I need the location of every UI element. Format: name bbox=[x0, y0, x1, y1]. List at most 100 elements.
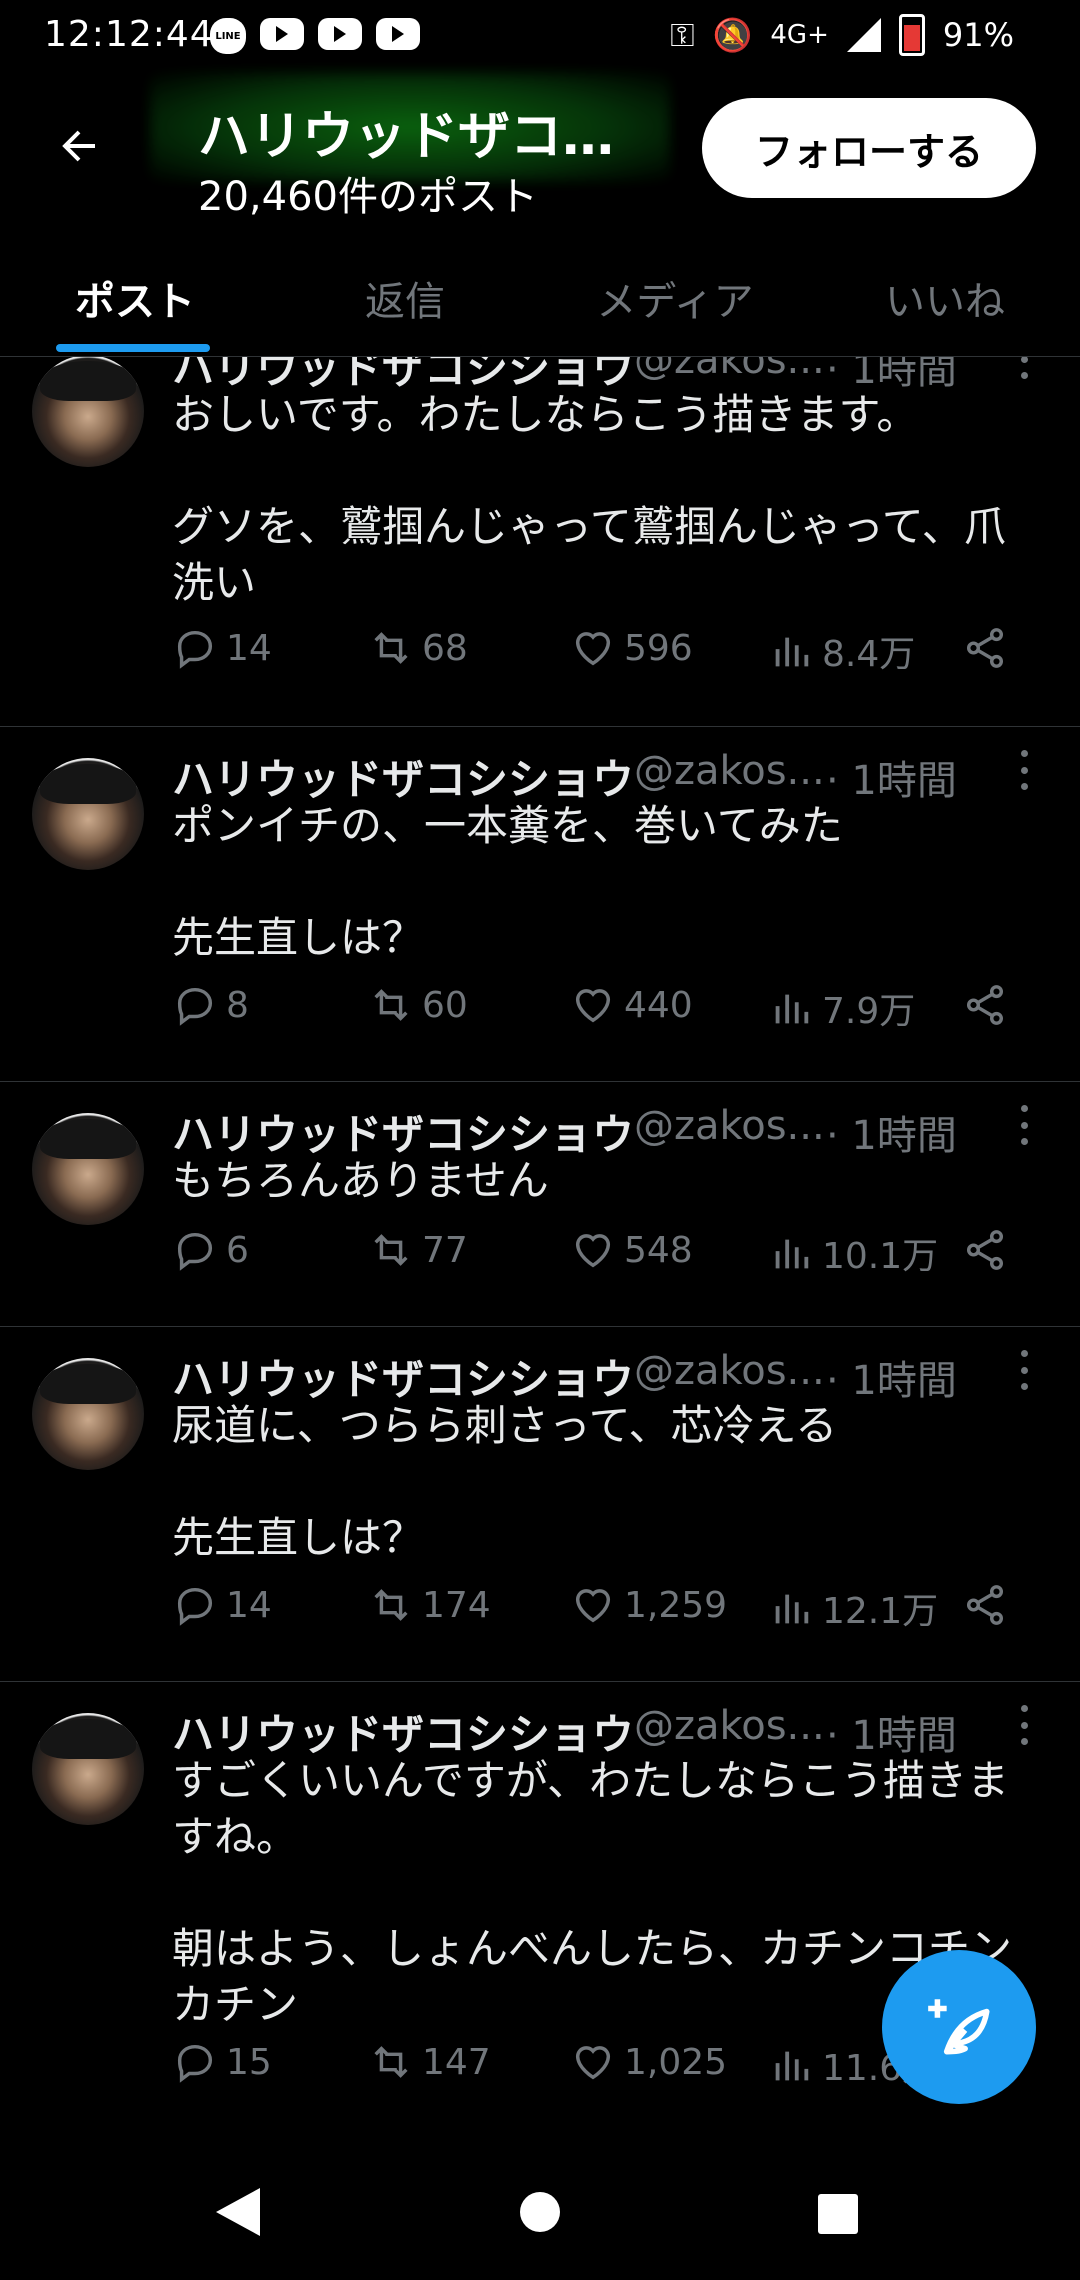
repost-button[interactable]: 174 bbox=[368, 1582, 491, 1628]
battery-icon bbox=[898, 14, 925, 56]
views-icon bbox=[775, 2051, 809, 2081]
like-count: 548 bbox=[624, 1229, 693, 1271]
reply-count: 8 bbox=[226, 984, 249, 1026]
nav-home-button[interactable] bbox=[520, 2192, 560, 2232]
view-count: 12.1万 bbox=[822, 1591, 939, 1632]
avatar[interactable] bbox=[32, 1713, 144, 1825]
more-options-button[interactable] bbox=[1012, 357, 1036, 379]
views-icon bbox=[775, 994, 809, 1024]
author-handle: @zakos... bbox=[634, 1703, 825, 1749]
avatar[interactable] bbox=[32, 357, 144, 467]
heart-icon bbox=[575, 989, 611, 1023]
reply-button[interactable]: 6 bbox=[172, 1227, 249, 1273]
like-count: 440 bbox=[624, 984, 693, 1026]
author-handle: @zakos... bbox=[634, 748, 825, 794]
dot-icon bbox=[1020, 783, 1028, 790]
avatar[interactable] bbox=[32, 758, 144, 870]
heart-icon bbox=[575, 1589, 611, 1623]
post-item[interactable]: ハリウッドザコシショウ @zakos... · 1時間 尿道に、つらら刺さって、… bbox=[0, 1326, 1080, 1682]
like-button[interactable]: 596 bbox=[570, 625, 693, 671]
nav-recents-button[interactable] bbox=[818, 2194, 858, 2234]
post-item[interactable]: ハリウッドザコシショウ @zakos... · 1時間 おしいです。わたしならこ… bbox=[0, 357, 1080, 727]
key-icon: ⚿ bbox=[670, 15, 695, 54]
follow-button[interactable]: フォローする bbox=[702, 98, 1036, 198]
post-text: 尿道に、つらら刺さって、芯冷える 先生直しは？ bbox=[172, 1401, 838, 1562]
dot-icon bbox=[1020, 1705, 1028, 1712]
repost-button[interactable]: 68 bbox=[368, 625, 468, 671]
share-icon bbox=[966, 1230, 1004, 1270]
like-count: 1,025 bbox=[624, 2041, 728, 2083]
reply-icon bbox=[177, 1232, 213, 1271]
post-item[interactable]: ハリウッドザコシショウ @zakos... · 1時間 もちろんありません 6 … bbox=[0, 1081, 1080, 1327]
line-icon: LINE bbox=[210, 18, 246, 54]
more-options-button[interactable] bbox=[1012, 1705, 1036, 1745]
feather-plus-icon bbox=[928, 1999, 990, 2055]
reply-icon bbox=[177, 2044, 213, 2083]
reply-icon bbox=[177, 987, 213, 1026]
dot-icon bbox=[1020, 1138, 1028, 1145]
views-icon bbox=[775, 1594, 809, 1624]
views-button[interactable]: 7.9万 bbox=[768, 982, 915, 1034]
post-actions: 14 68 596 8.4万 bbox=[172, 625, 1042, 685]
tab-replies[interactable]: 返信 bbox=[270, 240, 540, 356]
back-button[interactable] bbox=[50, 122, 108, 170]
like-button[interactable]: 1,259 bbox=[570, 1582, 727, 1628]
repost-button[interactable]: 60 bbox=[368, 982, 468, 1028]
share-button[interactable] bbox=[962, 625, 1008, 671]
views-button[interactable]: 12.1万 bbox=[768, 1582, 938, 1634]
nav-back-button[interactable] bbox=[216, 2188, 260, 2236]
tab-posts[interactable]: ポスト bbox=[0, 240, 270, 356]
like-button[interactable]: 1,025 bbox=[570, 2039, 727, 2085]
tab-media[interactable]: メディア bbox=[540, 240, 810, 356]
more-options-button[interactable] bbox=[1012, 1105, 1036, 1145]
post-item[interactable]: ハリウッドザコシショウ @zakos... · 1時間 ポンイチの、一本糞を、巻… bbox=[0, 726, 1080, 1082]
share-button[interactable] bbox=[962, 1582, 1008, 1628]
profile-tabs: ポスト 返信 メディア いいね bbox=[0, 240, 1080, 357]
repost-button[interactable]: 77 bbox=[368, 1227, 468, 1273]
dot-icon bbox=[1020, 1105, 1028, 1112]
reply-button[interactable]: 15 bbox=[172, 2039, 272, 2085]
tab-likes[interactable]: いいね bbox=[810, 240, 1080, 356]
repost-count: 77 bbox=[422, 1229, 468, 1271]
share-icon bbox=[966, 628, 1004, 668]
like-count: 596 bbox=[624, 627, 693, 669]
share-button[interactable] bbox=[962, 982, 1008, 1028]
post-actions: 14 174 1,259 12.1万 bbox=[172, 1582, 1042, 1642]
signal-icon bbox=[846, 18, 881, 52]
more-options-button[interactable] bbox=[1012, 1350, 1036, 1390]
reply-button[interactable]: 14 bbox=[172, 625, 272, 671]
reply-icon bbox=[177, 630, 213, 669]
arrow-left-icon bbox=[62, 130, 95, 162]
post-feed[interactable]: ハリウッドザコシショウ @zakos... · 1時間 おしいです。わたしならこ… bbox=[0, 357, 1080, 2137]
views-button[interactable]: 8.4万 bbox=[768, 625, 915, 677]
youtube-icon bbox=[260, 18, 304, 50]
dot-icon bbox=[1020, 750, 1028, 757]
view-count: 8.4万 bbox=[822, 634, 916, 675]
compose-post-button[interactable] bbox=[882, 1950, 1036, 2104]
heart-icon bbox=[575, 1234, 611, 1268]
dot-icon bbox=[1020, 357, 1028, 363]
battery-label: 91% bbox=[942, 16, 1014, 54]
view-count: 7.9万 bbox=[822, 991, 916, 1032]
views-button[interactable]: 10.1万 bbox=[768, 1227, 938, 1279]
profile-title: ハリウッドザコ… bbox=[198, 107, 615, 167]
status-bar: 12:12:44 LINE ⚿ 🔕 4G+ 91% bbox=[0, 0, 1080, 72]
status-time: 12:12:44 bbox=[44, 14, 214, 55]
author-handle: @zakos... bbox=[634, 1348, 825, 1394]
reply-button[interactable]: 8 bbox=[172, 982, 249, 1028]
post-text: もちろんありません bbox=[172, 1156, 549, 1205]
views-icon bbox=[775, 637, 809, 667]
more-options-button[interactable] bbox=[1012, 750, 1036, 790]
profile-header: ハリウッドザコ… 20,460件のポスト フォローする bbox=[0, 72, 1080, 240]
avatar[interactable] bbox=[32, 1113, 144, 1225]
reply-count: 6 bbox=[226, 1229, 249, 1271]
repost-button[interactable]: 147 bbox=[368, 2039, 491, 2085]
avatar[interactable] bbox=[32, 1358, 144, 1470]
like-button[interactable]: 548 bbox=[570, 1227, 693, 1273]
like-button[interactable]: 440 bbox=[570, 982, 693, 1028]
share-button[interactable] bbox=[962, 1227, 1008, 1273]
author-handle: @zakos... bbox=[634, 357, 825, 383]
repost-count: 60 bbox=[422, 984, 468, 1026]
reply-button[interactable]: 14 bbox=[172, 1582, 272, 1628]
dot-icon bbox=[1020, 1366, 1028, 1374]
